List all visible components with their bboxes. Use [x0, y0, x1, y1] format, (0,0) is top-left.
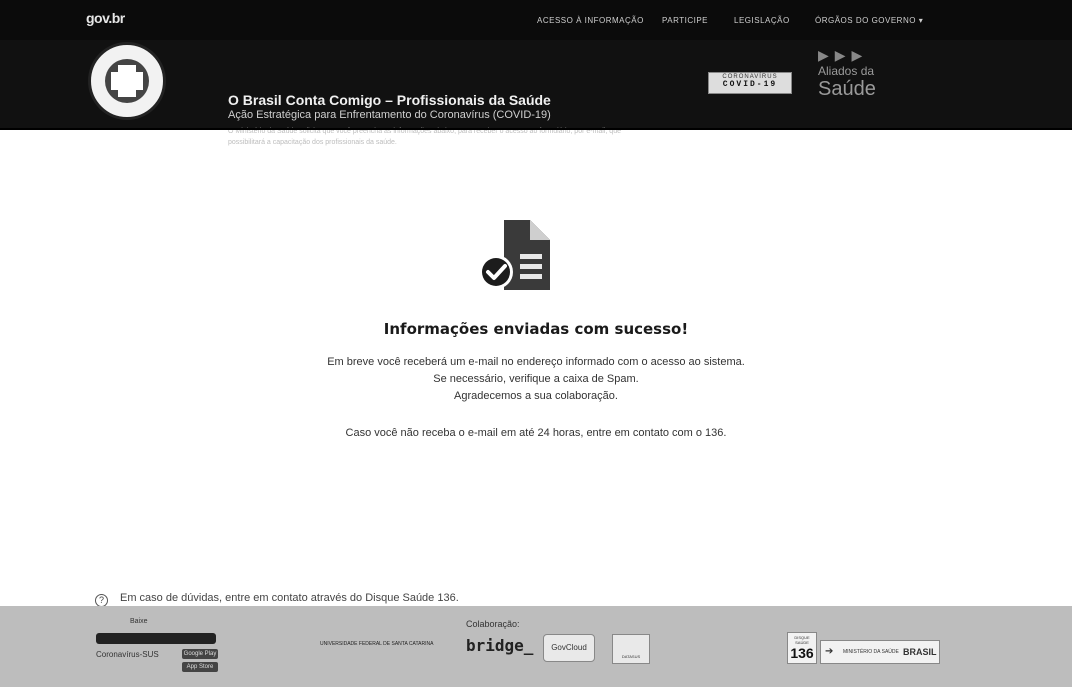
document-check-svg — [479, 220, 550, 290]
arrows-icon: ▶▶▶ — [818, 48, 869, 64]
ministerio-label: MINISTÉRIO DA SAÚDE — [843, 649, 899, 655]
page-subtitle: Ação Estratégica para Enfrentamento do C… — [228, 109, 551, 121]
help-text: Em caso de dúvidas, entre em contato atr… — [120, 592, 459, 604]
aliados-line2: Saúde — [818, 78, 876, 100]
bridge-logo: bridge_ — [466, 636, 534, 655]
document-check-icon — [474, 218, 554, 298]
conta-comigo-seal-logo — [88, 42, 166, 120]
disque-number: 136 — [790, 645, 814, 661]
seal-cross-h — [111, 72, 143, 90]
success-line-4: Caso você não receba o e-mail em até 24 … — [345, 427, 727, 439]
header-divider — [0, 128, 1072, 130]
nav-orgaos-label: ÓRGÃOS DO GOVERNO — [815, 16, 916, 25]
aliados-line1: Aliados da — [818, 64, 875, 78]
nav-acesso-informacao[interactable]: ACESSO À INFORMAÇÃO — [537, 16, 644, 25]
disque-label: DISQUE SAÚDE — [794, 635, 810, 645]
success-title: Informações enviadas com sucesso! — [383, 320, 689, 338]
nav-orgaos-governo[interactable]: ÓRGÃOS DO GOVERNO ▾ — [815, 16, 923, 25]
collab-label: Colaboração: — [466, 619, 520, 629]
arrow-right-icon: ➔ — [825, 646, 834, 657]
footer-app-label: Baixe — [130, 618, 148, 625]
nav-legislacao[interactable]: LEGISLAÇÃO — [734, 16, 790, 25]
top-nav: ACESSO À INFORMAÇÃO PARTICIPE LEGISLAÇÃO… — [0, 16, 1072, 30]
covid-badge-line2: COVID-19 — [722, 80, 778, 89]
gov-logos: ➔ MINISTÉRIO DA SAÚDE BRASIL — [820, 640, 940, 664]
help-text-row: ? Em caso de dúvidas, entre em contato at… — [95, 592, 459, 607]
success-line-1: Em breve você receberá um e-mail no ende… — [327, 356, 745, 368]
disque-saude-logo: DISQUE SAÚDE 136 — [787, 632, 817, 664]
footer-app-name: Coronavírus-SUS — [96, 650, 159, 659]
top-bar: gov.br ACESSO À INFORMAÇÃO PARTICIPE LEG… — [0, 0, 1072, 40]
covid-badge: CORONAVÍRUS COVID-19 — [708, 72, 792, 94]
datasus-logo: DATASUS — [612, 634, 650, 664]
success-line-3: Agradecemos a sua colaboração. — [454, 390, 618, 402]
chevron-down-icon: ▾ — [918, 16, 924, 25]
brasil-label: BRASIL — [903, 647, 937, 657]
nav-participe[interactable]: PARTICIPE — [662, 16, 708, 25]
page-title: O Brasil Conta Comigo – Profissionais da… — [228, 92, 551, 108]
google-play-button[interactable]: Google Play — [182, 649, 218, 659]
ufsc-logo: UNIVERSIDADE FEDERAL DE SANTA CATARINA — [320, 641, 434, 647]
app-store-button[interactable]: App Store — [182, 662, 218, 672]
govcloud-logo: GovCloud — [543, 634, 595, 662]
success-line-2: Se necessário, verifique a caixa de Spam… — [433, 373, 639, 385]
aliados-saude-logo: ▶▶▶ Aliados da Saúde — [818, 48, 938, 118]
footer-app-pill — [96, 633, 216, 644]
